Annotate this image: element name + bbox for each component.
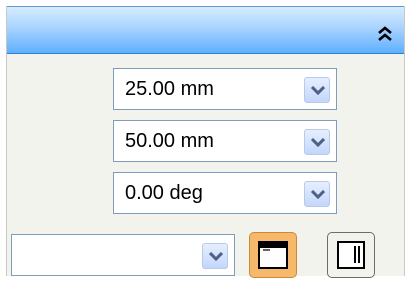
- offset-y-combo[interactable]: 50.00 mm: [113, 120, 337, 162]
- title-bar-layout-button[interactable]: [249, 232, 297, 278]
- window-with-title-bar-icon: [258, 241, 288, 269]
- angle-value: 0.00 deg: [125, 182, 203, 204]
- chevron-down-icon: [311, 190, 325, 200]
- dropdown-button[interactable]: [304, 181, 330, 207]
- style-select[interactable]: [11, 234, 235, 276]
- angle-combo[interactable]: 0.00 deg: [113, 172, 337, 214]
- chevron-down-icon: [209, 252, 223, 262]
- offset-x-combo[interactable]: 25.00 mm: [113, 68, 337, 110]
- dropdown-button[interactable]: [304, 77, 330, 103]
- collapse-button[interactable]: [375, 24, 395, 44]
- dropdown-button[interactable]: [202, 243, 228, 269]
- offset-y-value: 50.00 mm: [125, 130, 214, 152]
- chevron-down-icon: [311, 86, 325, 96]
- right-panel-layout-button[interactable]: [327, 232, 375, 278]
- offset-x-value: 25.00 mm: [125, 78, 214, 100]
- panel-header: [7, 6, 404, 54]
- dropdown-button[interactable]: [304, 129, 330, 155]
- double-chevron-up-icon: [378, 26, 392, 41]
- properties-panel: 25.00 mm 50.00 mm 0.00 deg: [6, 6, 405, 278]
- window-right-panel-icon: [337, 241, 365, 269]
- chevron-down-icon: [311, 138, 325, 148]
